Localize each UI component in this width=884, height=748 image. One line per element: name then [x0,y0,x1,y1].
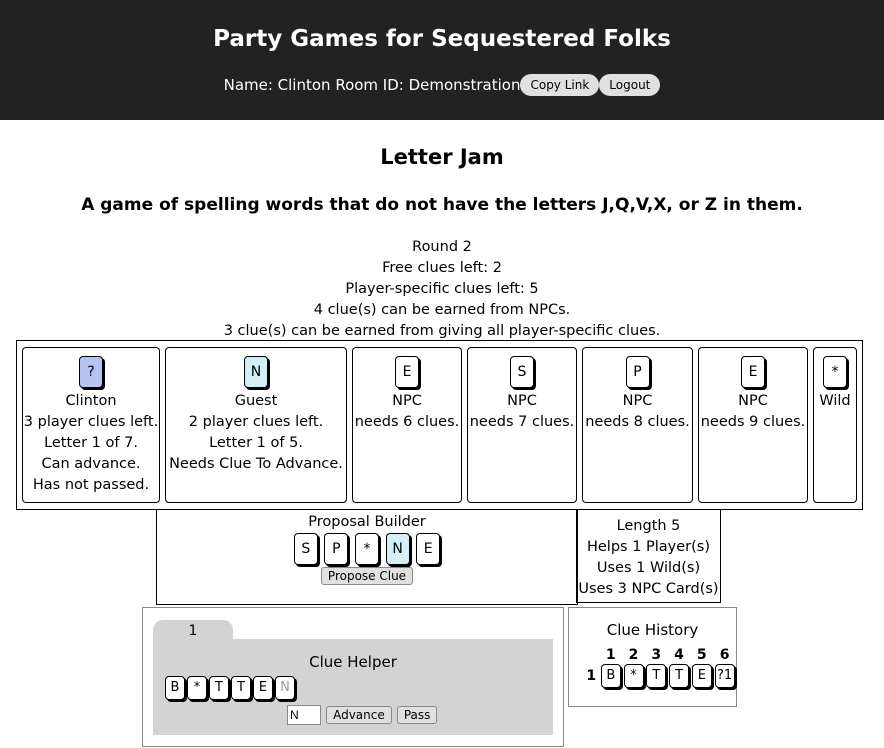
clue-history-table: 1 2 3 4 5 6 1 B * T T E ?1 [583,646,736,688]
clue-helper: Clue Helper B*TTEN Advance Pass [153,639,553,735]
player-detail: needs 6 clues. [354,414,460,430]
player-name: NPC [622,393,653,409]
game-title: Letter Jam [380,145,504,169]
game-subtitle: A game of spelling words that do not hav… [81,195,803,215]
player-detail: Letter 1 of 5. [209,435,303,451]
stat-helps: Helps 1 Player(s) [586,539,711,555]
column-header: 3 [651,647,662,663]
header: Party Games for Sequestered Folks Name: … [0,0,884,120]
npc-3: P NPC needs 8 clues. [582,347,693,503]
stat-wilds: Uses 1 Wild(s) [596,560,701,576]
player-earn-label: 3 clue(s) can be earned from giving all … [223,323,661,339]
letter-card[interactable]: N [244,356,268,388]
stat-npc-cards: Uses 3 NPC Card(s) [578,581,719,597]
hidden-letter-card[interactable]: ? [79,356,103,388]
column-header: 6 [719,647,730,663]
npc-1: E NPC needs 6 clues. [352,347,462,503]
player-name: Clinton [65,393,117,409]
player-name: Guest [234,393,278,409]
player-name: NPC [392,393,422,409]
proposal-stats: Length 5 Helps 1 Player(s) Uses 1 Wild(s… [576,509,721,603]
column-header: 2 [628,647,639,663]
player-detail: needs 7 clues. [469,414,575,430]
clue-helper-title: Clue Helper [309,653,397,671]
history-card: B [600,664,621,688]
clue-helper-cards: B * T T E N [165,676,297,700]
logout-button[interactable]: Logout [599,74,661,96]
column-header: 1 [605,647,616,663]
player-name: NPC [507,393,537,409]
player-detail: Can advance. [41,456,141,472]
clue-card: * [187,676,207,700]
proposal-card[interactable]: S [293,533,318,565]
advance-button[interactable]: Advance [326,706,392,724]
players-panel: ? Clinton 3 player clues left. Letter 1 … [16,340,863,510]
history-card: T [669,664,690,688]
propose-clue-button[interactable]: Propose Clue [320,567,414,585]
proposal-card[interactable]: P [324,533,349,565]
wild-card-cell: * Wild [813,347,857,503]
stat-length: Length 5 [616,518,681,534]
clue-helper-controls: Advance Pass [287,704,438,725]
clue-card: E [253,676,273,700]
proposal-builder-label: Proposal Builder [308,514,426,530]
history-card: ?1 [714,664,735,688]
player-name: NPC [738,393,768,409]
site-title: Party Games for Sequestered Folks [213,26,671,52]
column-header: 4 [674,647,684,663]
player-guest: N Guest 2 player clues left. Letter 1 of… [165,347,347,503]
user-info: Name: Clinton Room ID: Demonstration [223,76,521,94]
pass-button[interactable]: Pass [396,706,438,724]
npc-earn-label: 4 clue(s) can be earned from NPCs. [313,302,571,318]
clue-card: N [275,676,295,700]
history-card: E [691,664,712,688]
clue-history-title: Clue History [606,621,699,639]
free-clues-label: Free clues left: 2 [382,260,502,276]
wild-card[interactable]: * [823,356,847,388]
clue-card: T [231,676,251,700]
player-name: Wild [819,393,851,409]
round-label: Round 2 [412,239,472,255]
player-detail: 2 player clues left. [188,414,324,430]
proposal-card[interactable]: E [416,533,441,565]
letter-card[interactable]: E [395,356,419,388]
column-header: 5 [696,647,707,663]
row-header: 1 [586,668,597,684]
history-card: * [623,664,644,688]
guess-input[interactable] [287,705,321,725]
letter-card[interactable]: E [741,356,765,388]
player-detail: Letter 1 of 7. [44,435,138,451]
player-detail: 3 player clues left. [23,414,159,430]
table-row: 1 B * T T E ?1 [583,664,736,688]
npc-4: E NPC needs 9 clues. [698,347,808,503]
letter-card[interactable]: P [625,356,650,388]
clue-helper-panel: 1 Clue Helper B*TTEN Advance Pass [142,607,564,747]
letter-card[interactable]: S [510,356,534,388]
player-detail: needs 9 clues. [700,414,806,430]
npc-2: S NPC needs 7 clues. [467,347,577,503]
proposal-builder: Proposal Builder S P * N E Propose Clue [156,509,578,605]
proposal-cards: S P * N E [157,533,577,565]
game-status: Round 2 Free clues left: 2 Player-specif… [0,237,884,342]
copy-link-button[interactable]: Copy Link [520,74,600,96]
player-clues-label: Player-specific clues left: 5 [345,281,539,297]
clue-history: Clue History 1 2 3 4 5 6 1 B * T T E ?1 [568,607,737,707]
proposal-card[interactable]: * [355,533,379,565]
proposal-card[interactable]: N [385,533,410,565]
player-clinton: ? Clinton 3 player clues left. Letter 1 … [22,347,160,503]
clue-card: B [165,676,185,700]
history-card: T [646,664,667,688]
player-detail: needs 8 clues. [585,414,690,430]
player-detail: Has not passed. [32,477,150,493]
player-detail: Needs Clue To Advance. [169,456,343,472]
user-bar: Name: Clinton Room ID: Demonstration Cop… [0,74,884,96]
clue-card: T [209,676,229,700]
